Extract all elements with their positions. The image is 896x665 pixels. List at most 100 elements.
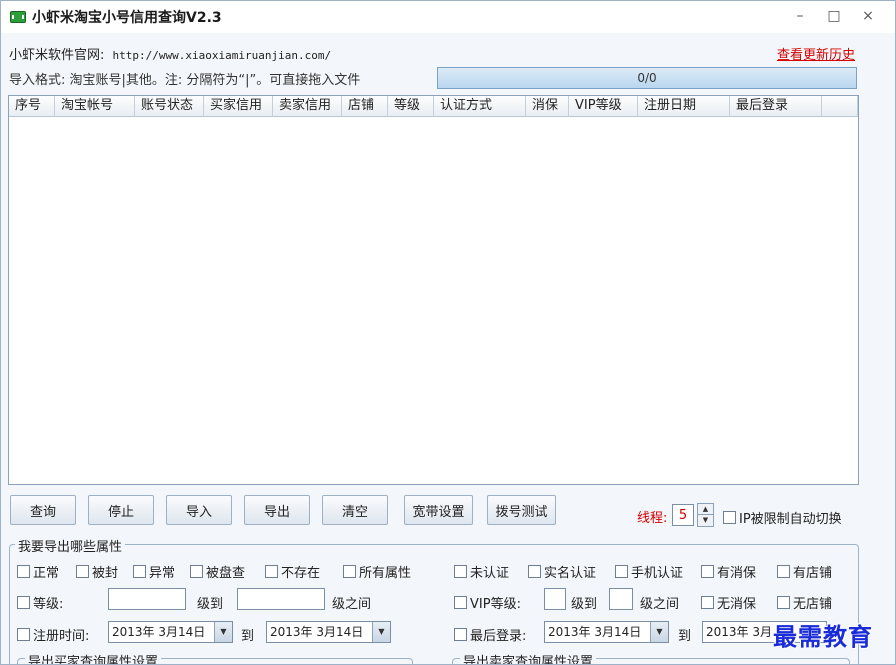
update-history-link[interactable]: 查看更新历史 [777,44,855,63]
import-format-note: 导入格式: 淘宝账号|其他。注: 分隔符为“|”。可直接拖入文件 [9,73,361,88]
checkbox-label: 手机认证 [631,566,684,581]
query-button[interactable]: 查询 [10,495,76,525]
checkbox-no-shop[interactable]: 无店铺 [777,593,832,612]
checkbox-realname-verified[interactable]: 实名认证 [528,562,596,581]
buyer-attributes-title: 导出买家查询属性设置 [25,651,162,664]
checkbox-has-shop[interactable]: 有店铺 [777,562,832,581]
checkbox-vip-level[interactable]: VIP等级: [454,593,521,612]
checkbox-box[interactable] [76,565,89,578]
column-header[interactable]: 消保 [526,96,569,117]
checkbox-box[interactable] [777,565,790,578]
dial-test-button[interactable]: 拨号测试 [487,495,556,525]
checkbox-register-time[interactable]: 注册时间: [17,625,89,644]
minimize-button[interactable]: – [783,5,817,27]
stop-button[interactable]: 停止 [88,495,154,525]
watermark-text: 最需教育 [773,622,873,651]
window-title: 小虾米淘宝小号信用查询V2.3 [32,10,222,26]
threads-label: 线程: [637,511,668,526]
column-header[interactable]: 店铺 [342,96,388,117]
column-header-filler [822,96,858,117]
last-login-to-label: 到 [678,629,692,644]
broadband-settings-button[interactable]: 宽带设置 [404,495,473,525]
results-table[interactable]: 序号 淘宝帐号 账号状态 买家信用 卖家信用 店铺 等级 认证方式 消保 VIP… [8,95,859,485]
chevron-down-icon[interactable]: ▼ [372,622,390,642]
chevron-down-icon[interactable]: ▼ [214,622,232,642]
checkbox-label: 等级: [33,597,64,612]
maximize-button[interactable]: □ [817,5,851,27]
progress-text: 0/0 [637,71,657,85]
column-header[interactable]: VIP等级 [569,96,638,117]
level-to-label: 级到 [197,597,224,612]
threads-spinner[interactable]: ▲ ▼ [697,503,714,527]
checkbox-label: IP被限制自动切换 [739,512,842,527]
site-label: 小虾米软件官网: [9,48,105,63]
register-from-date[interactable]: 2013年 3月14日 ▼ [108,621,233,643]
ip-switch-checkbox[interactable]: IP被限制自动切换 [723,508,842,527]
checkbox-box[interactable] [528,565,541,578]
vip-min-input[interactable] [544,588,566,610]
checkbox-box[interactable] [454,628,467,641]
column-header[interactable]: 认证方式 [434,96,526,117]
checkbox-box[interactable] [133,565,146,578]
date-value: 2013年 3月 [706,625,772,639]
checkbox-box[interactable] [701,596,714,609]
checkbox-label: 无消保 [717,597,757,612]
column-header[interactable]: 注册日期 [638,96,730,117]
register-to-date[interactable]: 2013年 3月14日 ▼ [266,621,391,643]
date-value: 2013年 3月14日 [548,625,642,639]
threads-input[interactable]: 5 [672,504,694,526]
checkbox-box[interactable] [777,596,790,609]
level-max-input[interactable] [237,588,325,610]
checkbox-level[interactable]: 等级: [17,593,63,612]
checkbox-phone-verified[interactable]: 手机认证 [615,562,683,581]
checkbox-has-xiaobao[interactable]: 有消保 [701,562,756,581]
last-login-from-date[interactable]: 2013年 3月14日 ▼ [544,621,669,643]
checkbox-banned[interactable]: 被封 [76,562,118,581]
spin-down-icon[interactable]: ▼ [698,515,713,526]
checkbox-abnormal[interactable]: 异常 [133,562,175,581]
checkbox-no-xiaobao[interactable]: 无消保 [701,593,756,612]
checkbox-box[interactable] [701,565,714,578]
app-window: 小虾米淘宝小号信用查询V2.3 – □ × 小虾米软件官网: http://ww… [0,0,896,665]
column-header[interactable]: 买家信用 [204,96,273,117]
checkbox-last-login[interactable]: 最后登录: [454,625,526,644]
checkbox-inspected[interactable]: 被盘查 [190,562,245,581]
checkbox-box[interactable] [723,511,736,524]
checkbox-label: 正常 [33,566,60,581]
chevron-down-icon[interactable]: ▼ [650,622,668,642]
checkbox-label: 实名认证 [544,566,597,581]
column-header[interactable]: 最后登录 [730,96,822,117]
title-bar[interactable]: 小虾米淘宝小号信用查询V2.3 – □ × [1,1,895,33]
checkbox-label: 有店铺 [793,566,833,581]
checkbox-all-attributes[interactable]: 所有属性 [343,562,411,581]
checkbox-box[interactable] [17,565,30,578]
checkbox-box[interactable] [17,628,30,641]
column-header[interactable]: 账号状态 [135,96,204,117]
register-to-label: 到 [241,629,255,644]
vip-max-input[interactable] [609,588,633,610]
checkbox-box[interactable] [17,596,30,609]
checkbox-box[interactable] [615,565,628,578]
checkbox-box[interactable] [454,565,467,578]
import-button[interactable]: 导入 [166,495,232,525]
export-attributes-title: 我要导出哪些属性 [15,536,126,555]
column-header[interactable]: 卖家信用 [273,96,342,117]
export-button[interactable]: 导出 [244,495,310,525]
checkbox-normal[interactable]: 正常 [17,562,59,581]
seller-attributes-title: 导出卖家查询属性设置 [460,651,597,664]
spin-up-icon[interactable]: ▲ [698,504,713,515]
checkbox-unverified[interactable]: 未认证 [454,562,509,581]
official-site-row: 小虾米软件官网: http://www.xiaoxiamiruanjian.co… [9,44,331,63]
checkbox-box[interactable] [343,565,356,578]
checkbox-box[interactable] [265,565,278,578]
checkbox-box[interactable] [190,565,203,578]
level-min-input[interactable] [108,588,186,610]
checkbox-nonexistent[interactable]: 不存在 [265,562,320,581]
checkbox-label: 被封 [92,566,119,581]
checkbox-box[interactable] [454,596,467,609]
close-button[interactable]: × [851,5,885,27]
clear-button[interactable]: 清空 [322,495,388,525]
column-header[interactable]: 淘宝帐号 [55,96,135,117]
column-header[interactable]: 等级 [388,96,434,117]
column-header[interactable]: 序号 [9,96,55,117]
